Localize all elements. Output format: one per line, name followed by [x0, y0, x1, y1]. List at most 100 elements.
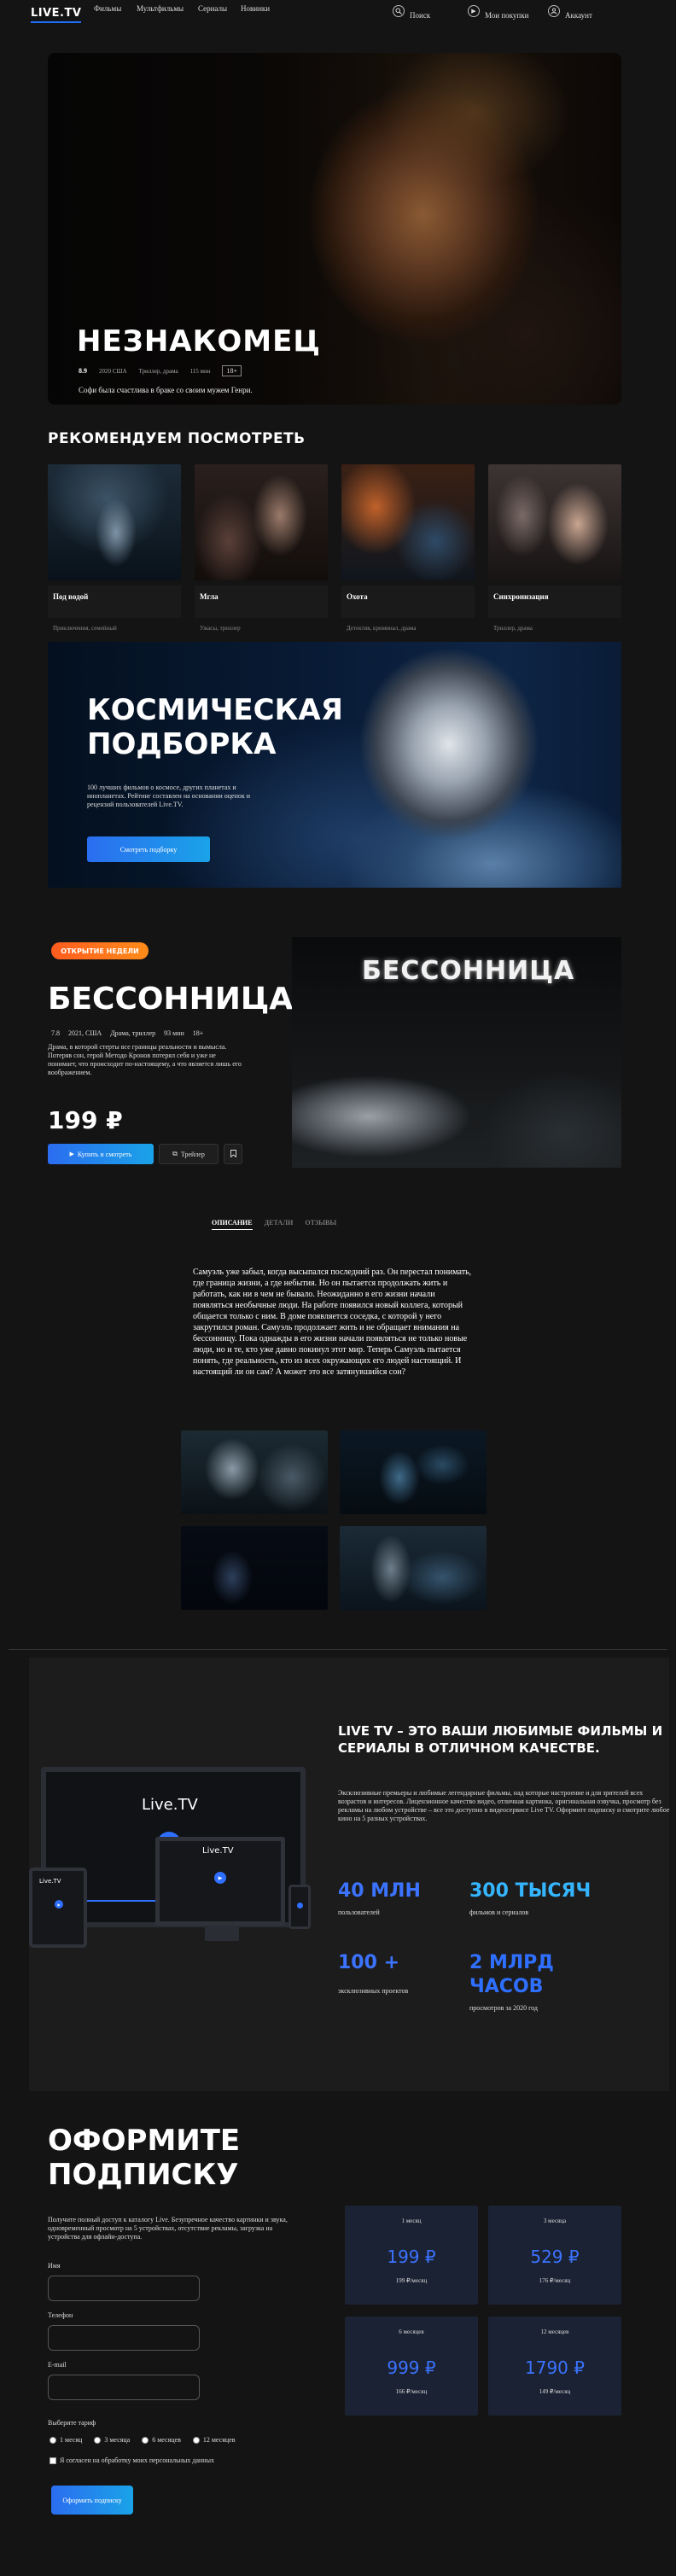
- film-still[interactable]: [340, 1431, 487, 1514]
- movie-genres: Детектив, криминал, драма: [347, 625, 417, 632]
- play-icon: ▶: [55, 1900, 63, 1909]
- logo[interactable]: LIVE.TV: [31, 7, 82, 23]
- movie-title: Под водой: [48, 586, 181, 618]
- movie-title: Охота: [341, 586, 475, 618]
- film-still[interactable]: [340, 1526, 487, 1610]
- stat: 40 МЛН пользователей: [338, 1880, 457, 1916]
- tab-details[interactable]: ДЕТАЛИ: [265, 1219, 294, 1230]
- about-description: Эксклюзивные премьеры и любимые легендар…: [338, 1789, 670, 1822]
- nav-new[interactable]: Новинки: [241, 4, 270, 13]
- tablet-device: Live.TV ▶: [29, 1868, 87, 1948]
- tariff-option-label: 12 месяцев: [202, 2436, 236, 2444]
- play-icon: ▶: [468, 5, 480, 17]
- collection-title-line: ПОДБОРКА: [87, 727, 277, 761]
- purchases-label: Мои покупки: [485, 11, 529, 20]
- stat-label: просмотров за 2020 год: [469, 2004, 538, 2012]
- movie-card[interactable]: Синхронизация Триллер, драма: [488, 464, 621, 632]
- hero-duration: 115 мин: [189, 367, 211, 375]
- plan-card[interactable]: 6 месяцев 999 ₽ 166 ₽/месяц: [345, 2317, 478, 2416]
- plan-monthly: 166 ₽/месяц: [395, 2388, 428, 2395]
- stat-label: эксклюзивных проектов: [338, 1987, 409, 1995]
- tariff-option-label: 3 месяца: [104, 2436, 131, 2444]
- stat-value: 100 +: [338, 1952, 400, 1973]
- hero-description: Софи была счастлива в браке со своим муж…: [79, 386, 253, 394]
- age-badge: 18+: [222, 365, 242, 376]
- plan-monthly: 199 ₽/месяц: [395, 2277, 428, 2284]
- film-age: 18+: [192, 1029, 204, 1037]
- film-synopsis: Самуэль уже забыл, когда высыпался после…: [193, 1268, 472, 1377]
- film-meta: 7.8 2021, США Драма, триллер 93 мин 18+: [51, 1029, 203, 1037]
- tab-description[interactable]: ОПИСАНИЕ: [212, 1219, 253, 1230]
- film-duration: 93 мин: [164, 1029, 184, 1037]
- nav-series[interactable]: Сериалы: [198, 4, 227, 13]
- movie-title: Синхронизация: [488, 586, 621, 618]
- tariff-radio-6[interactable]: 6 месяцев: [142, 2436, 181, 2444]
- nav-films[interactable]: Фильмы: [94, 4, 121, 13]
- hero-country: 2020 США: [99, 367, 127, 375]
- film-still[interactable]: [181, 1526, 328, 1610]
- tariff-radio-12[interactable]: 12 месяцев: [192, 2436, 236, 2444]
- movie-genres: Приключения, семейный: [53, 625, 117, 632]
- stat-value: 40 МЛН: [338, 1880, 421, 1902]
- nav-cartoons[interactable]: Мультфильмы: [137, 4, 184, 13]
- tablet-logo: Live.TV: [39, 1878, 61, 1885]
- plan-period: 6 месяцев: [399, 2328, 424, 2335]
- movie-thumbnail: [48, 464, 181, 580]
- email-field[interactable]: [48, 2375, 200, 2400]
- checkbox-icon: [50, 2457, 56, 2464]
- search-button[interactable]: Поиск: [393, 3, 430, 20]
- plan-card[interactable]: 3 месяца 529 ₽ 176 ₽/месяц: [488, 2206, 621, 2305]
- subscription-title-line: ОФОРМИТЕ: [48, 2124, 241, 2158]
- name-label: Имя: [48, 2262, 61, 2270]
- monitor-stand: [205, 1926, 239, 1941]
- play-icon: [297, 1903, 303, 1909]
- plan-card[interactable]: 1 месяц 199 ₽ 199 ₽/месяц: [345, 2206, 478, 2305]
- name-field[interactable]: [48, 2276, 200, 2301]
- tariff-radio-3[interactable]: 3 месяца: [94, 2436, 130, 2444]
- collection-title-line: КОСМИЧЕСКАЯ: [87, 693, 343, 727]
- account-label: Аккаунт: [565, 11, 592, 20]
- plan-price: 1790 ₽: [525, 2357, 585, 2378]
- bookmark-icon: [230, 1149, 236, 1159]
- subscription-title: ОФОРМИТЕ ПОДПИСКУ: [48, 2124, 240, 2192]
- radio-icon: [50, 2436, 56, 2444]
- subscribe-button[interactable]: Оформить подписку: [51, 2486, 133, 2515]
- film-poster[interactable]: БЕССОННИЦА: [292, 937, 621, 1168]
- bookmark-button[interactable]: [224, 1144, 242, 1164]
- trailer-button[interactable]: ⧉ Трейлер: [159, 1144, 219, 1164]
- collection-banner: КОСМИЧЕСКАЯ ПОДБОРКА 100 лучших фильмов …: [48, 642, 621, 888]
- movie-card[interactable]: Под водой Приключения, семейный: [48, 464, 181, 632]
- stat: 100 + эксклюзивных проектов: [338, 1951, 457, 1995]
- plan-period: 1 месяц: [401, 2218, 422, 2224]
- devices-illustration: Live.TV ▶ Live.TV ▶ Live.TV ▶: [29, 1767, 311, 1980]
- hero-genres: Триллер, драма: [138, 367, 178, 375]
- view-collection-button[interactable]: Смотреть подборку: [87, 836, 210, 862]
- purchases-button[interactable]: ▶ Мои покупки: [468, 3, 528, 20]
- monitor-device: Live.TV ▶: [155, 1837, 285, 1926]
- search-icon: [393, 5, 405, 17]
- collection-description: 100 лучших фильмов о космосе, других пла…: [87, 784, 251, 808]
- tab-reviews[interactable]: ОТЗЫВЫ: [305, 1219, 336, 1230]
- plan-card[interactable]: 12 месяцев 1790 ₽ 149 ₽/месяц: [488, 2317, 621, 2416]
- movie-card[interactable]: Охота Детектив, криминал, драма: [341, 464, 475, 632]
- buy-watch-button[interactable]: ▶ Купить и смотреть: [48, 1144, 154, 1164]
- phone-field[interactable]: [48, 2325, 200, 2351]
- tariff-options: 1 месяц 3 месяца 6 месяцев 12 месяцев: [50, 2436, 236, 2444]
- user-icon: [548, 5, 560, 17]
- tv-logo: Live.TV: [142, 1796, 198, 1814]
- stat-value: 2 МЛРД ЧАСОВ: [469, 1952, 554, 1997]
- site-header: LIVE.TV Фильмы Мультфильмы Сериалы Новин…: [0, 0, 676, 31]
- hero-banner[interactable]: НЕЗНАКОМЕЦ 8.9 2020 США Триллер, драма 1…: [48, 53, 621, 405]
- subscription-description: Получите полный доступ к каталогу Live. …: [48, 2216, 288, 2241]
- film-tabs: ОПИСАНИЕ ДЕТАЛИ ОТЗЫВЫ: [212, 1219, 336, 1230]
- movie-card[interactable]: Мгла Ужасы, триллер: [195, 464, 328, 632]
- film-still[interactable]: [181, 1431, 328, 1514]
- movie-thumbnail: [195, 464, 328, 580]
- buy-watch-label: Купить и смотреть: [77, 1150, 132, 1158]
- movie-title: Мгла: [195, 586, 328, 618]
- film-year-country: 2021, США: [68, 1029, 102, 1037]
- tariff-radio-1[interactable]: 1 месяц: [50, 2436, 82, 2444]
- stat: 2 МЛРД ЧАСОВ просмотров за 2020 год: [469, 1951, 572, 2012]
- consent-checkbox[interactable]: Я согласен на обработку моих персональны…: [50, 2457, 214, 2464]
- account-button[interactable]: Аккаунт: [548, 3, 592, 20]
